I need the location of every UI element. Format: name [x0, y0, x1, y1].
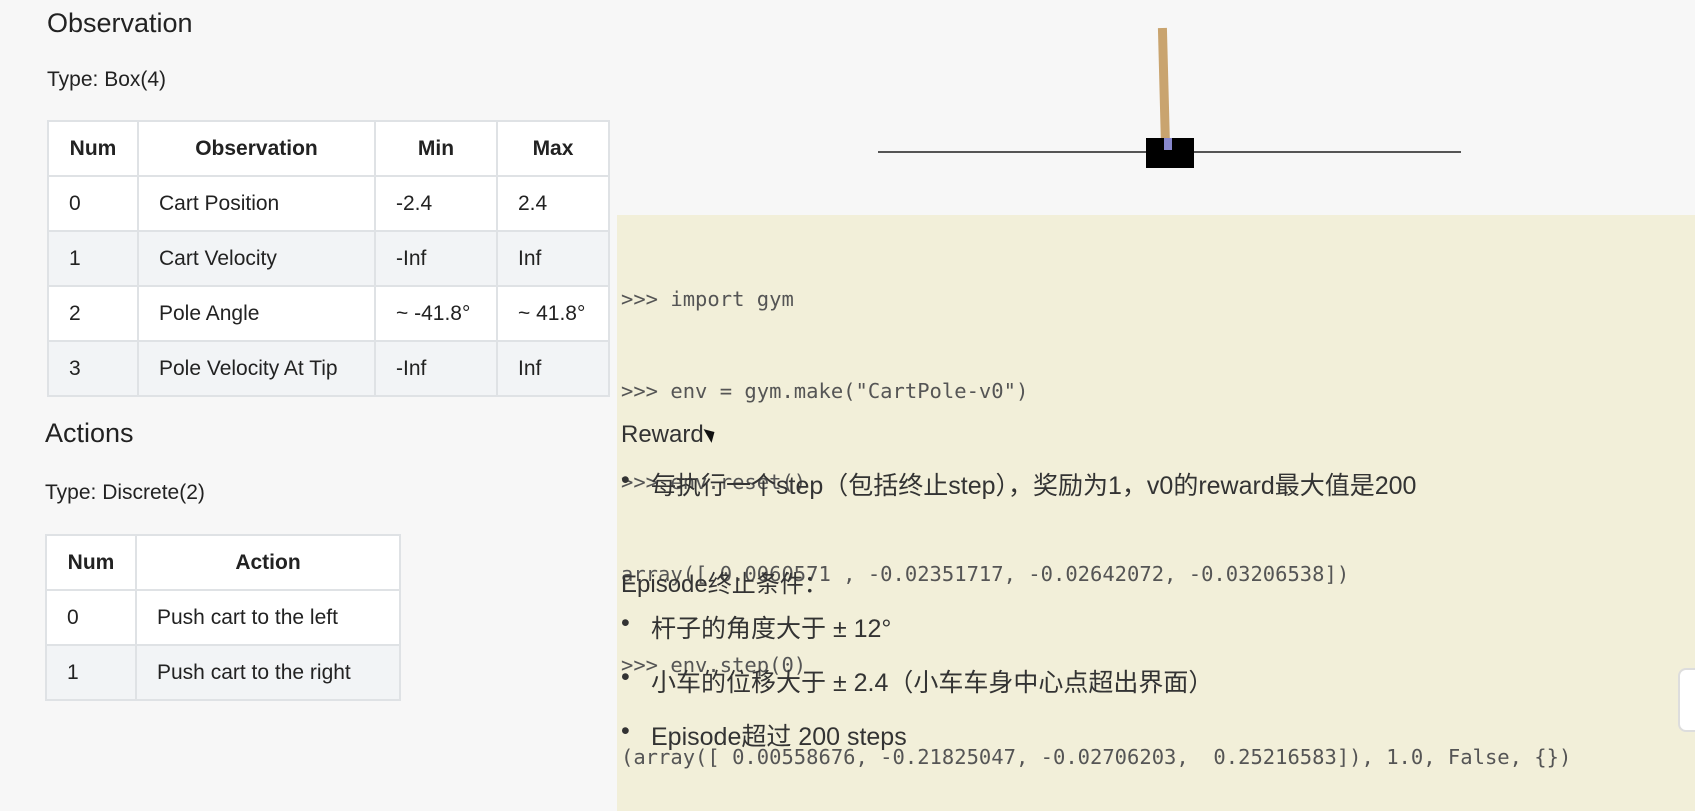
table-row: 1 Push cart to the right — [45, 644, 401, 701]
table-cell: Pole Velocity At Tip — [137, 340, 376, 397]
table-cell: 1 — [45, 644, 137, 701]
episode-label: Episode终止条件： — [621, 571, 828, 598]
table-cell: -2.4 — [374, 175, 498, 232]
cartpole-pole — [1157, 27, 1170, 147]
table-cell: Pole Angle — [137, 285, 376, 342]
list-item: 小车的位移大于 ± 2.4（小车车身中心点超出界面） — [621, 663, 1213, 699]
observation-table: Num Observation Min Max 0 Cart Position … — [47, 120, 610, 397]
list-item: Episode超过 200 steps — [621, 717, 1213, 753]
table-cell: ~ -41.8° — [374, 285, 498, 342]
actions-table: Num Action 0 Push cart to the left 1 Pus… — [45, 534, 401, 701]
column-header: Num — [47, 120, 139, 177]
side-panel-handle[interactable] — [1678, 668, 1695, 732]
table-row: 0 Cart Position -2.4 2.4 — [47, 175, 610, 232]
table-cell: 1 — [47, 230, 139, 287]
table-cell: 0 — [47, 175, 139, 232]
table-row: 3 Pole Velocity At Tip -Inf Inf — [47, 340, 610, 397]
reward-label: Reward — [621, 421, 704, 448]
column-header: Action — [135, 534, 401, 591]
table-cell: Inf — [496, 340, 610, 397]
column-header: Min — [374, 120, 498, 177]
table-cell: Inf — [496, 230, 610, 287]
cartpole-render — [878, 0, 1463, 200]
table-cell: 2.4 — [496, 175, 610, 232]
table-cell: ~ 41.8° — [496, 285, 610, 342]
column-header: Max — [496, 120, 610, 177]
table-cell: Push cart to the left — [135, 589, 401, 646]
table-cell: 3 — [47, 340, 139, 397]
table-cell: Push cart to the right — [135, 644, 401, 701]
cartpole-axle — [1164, 138, 1172, 150]
list-item: 杆子的角度大于 ± 12° — [621, 609, 1213, 645]
reward-list: 每执行一个step（包括终止step），奖励为1，v0的reward最大值是20… — [621, 466, 1416, 502]
observation-heading: Observation — [47, 8, 193, 38]
table-cell: 0 — [45, 589, 137, 646]
table-row: 2 Pole Angle ~ -41.8° ~ 41.8° — [47, 285, 610, 342]
actions-heading: Actions — [45, 418, 134, 448]
column-header: Observation — [137, 120, 376, 177]
table-row: 0 Push cart to the left — [45, 589, 401, 646]
table-header-row: Num Action — [45, 534, 401, 591]
table-cell: Cart Position — [137, 175, 376, 232]
list-item: 每执行一个step（包括终止step），奖励为1，v0的reward最大值是20… — [621, 466, 1416, 502]
observation-type: Type: Box(4) — [47, 68, 167, 91]
code-line: >>> env = gym.make("CartPole-v0") — [621, 378, 1029, 403]
table-header-row: Num Observation Min Max — [47, 120, 610, 177]
actions-type: Type: Discrete(2) — [45, 481, 205, 504]
table-cell: -Inf — [374, 340, 498, 397]
column-header: Num — [45, 534, 137, 591]
table-cell: -Inf — [374, 230, 498, 287]
code-line: >>> import gym — [621, 287, 794, 311]
table-cell: Cart Velocity — [137, 230, 376, 287]
table-cell: 2 — [47, 285, 139, 342]
episode-list: 杆子的角度大于 ± 12° 小车的位移大于 ± 2.4（小车车身中心点超出界面）… — [621, 609, 1213, 753]
table-row: 1 Cart Velocity -Inf Inf — [47, 230, 610, 287]
